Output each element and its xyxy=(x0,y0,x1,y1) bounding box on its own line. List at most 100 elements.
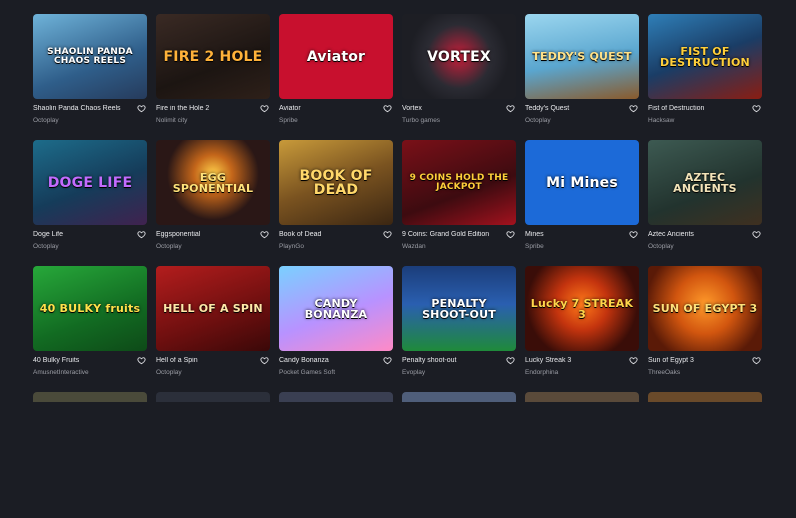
game-title[interactable]: Lucky Streak 3 xyxy=(525,357,625,364)
game-title[interactable]: Penalty shoot-out xyxy=(402,357,502,364)
game-thumbnail[interactable]: AZTEC ANCIENTS xyxy=(648,140,762,225)
heart-icon[interactable] xyxy=(750,354,762,366)
game-title[interactable]: Doge Life xyxy=(33,231,133,238)
heart-icon[interactable] xyxy=(504,228,516,240)
game-title[interactable]: Vortex xyxy=(402,105,502,112)
heart-icon[interactable] xyxy=(627,228,639,240)
game-card[interactable]: SHAOLIN PANDA CHAOS REELS Shaolin Panda C… xyxy=(33,14,147,140)
game-thumbnail[interactable]: EGG SPONENTIAL xyxy=(156,140,270,225)
game-card[interactable]: AZTEC ANCIENTS Aztec Ancients Octoplay xyxy=(648,140,762,266)
game-card[interactable]: DOGE LIFE Doge Life Octoplay xyxy=(33,140,147,266)
game-thumbnail-art: Aviator xyxy=(306,48,366,65)
game-title[interactable]: 9 Coins: Grand Gold Edition xyxy=(402,231,502,238)
game-card[interactable]: PENALTY SHOOT-OUT Penalty shoot-out Evopla… xyxy=(402,266,516,392)
game-card[interactable]: Mi Mines Mines Spribe xyxy=(525,140,639,266)
heart-icon[interactable] xyxy=(381,102,393,114)
game-thumbnail[interactable]: SUN OF EGYPT 3 xyxy=(648,266,762,351)
game-thumbnail[interactable]: Mi Mines xyxy=(525,140,639,225)
game-card[interactable]: TEDDY'S QUEST Teddy's Quest Octoplay xyxy=(525,14,639,140)
heart-icon[interactable] xyxy=(504,354,516,366)
game-title[interactable]: Candy Bonanza xyxy=(279,357,379,364)
game-thumbnail[interactable]: FIRE 2 HOLE xyxy=(156,14,270,99)
game-thumbnail[interactable]: 40 BULKY fruits xyxy=(33,266,147,351)
game-card[interactable]: VORTEX Vortex Turbo games xyxy=(402,14,516,140)
heart-icon[interactable] xyxy=(750,228,762,240)
game-thumbnail[interactable] xyxy=(33,392,147,402)
game-card-partial[interactable] xyxy=(33,392,147,518)
game-thumbnail[interactable]: CANDY BONANZA xyxy=(279,266,393,351)
game-meta: Aviator Spribe xyxy=(279,102,393,135)
heart-icon[interactable] xyxy=(504,102,516,114)
game-card[interactable]: CANDY BONANZA Candy Bonanza Pocket Games S… xyxy=(279,266,393,392)
game-title[interactable]: Shaolin Panda Chaos Reels xyxy=(33,105,133,112)
game-title[interactable]: Eggsponential xyxy=(156,231,256,238)
game-thumbnail[interactable]: DOGE LIFE xyxy=(33,140,147,225)
game-card[interactable]: BOOK OF DEAD Book of Dead PlaynGo xyxy=(279,140,393,266)
game-title[interactable]: Fist of Destruction xyxy=(648,105,748,112)
heart-icon[interactable] xyxy=(750,102,762,114)
game-thumbnail[interactable]: 9 COINS HOLD THE JACKPOT xyxy=(402,140,516,225)
game-thumbnail[interactable]: PENALTY SHOOT-OUT xyxy=(402,266,516,351)
game-card-partial[interactable] xyxy=(402,392,516,518)
game-thumbnail-art: Lucky 7 STREAK 3 xyxy=(530,296,634,321)
game-thumbnail[interactable]: VORTEX xyxy=(402,14,516,99)
game-card[interactable]: Lucky 7 STREAK 3 Lucky Streak 3 Endorphina xyxy=(525,266,639,392)
heart-icon[interactable] xyxy=(381,228,393,240)
game-thumbnail[interactable] xyxy=(156,392,270,402)
game-title[interactable]: 40 Bulky Fruits xyxy=(33,357,133,364)
game-thumbnail[interactable] xyxy=(402,392,516,402)
game-card[interactable]: Aviator Aviator Spribe xyxy=(279,14,393,140)
game-provider: AmusnetInteractive xyxy=(33,369,89,376)
game-card[interactable]: FIST OF DESTRUCTION Fist of Destruction Ha… xyxy=(648,14,762,140)
game-card[interactable]: FIRE 2 HOLE Fire in the Hole 2 Nolimit cit… xyxy=(156,14,270,140)
game-meta: Hell of a Spin Octoplay xyxy=(156,354,270,387)
game-title[interactable]: Teddy's Quest xyxy=(525,105,625,112)
game-card-partial[interactable] xyxy=(156,392,270,518)
game-meta: Vortex Turbo games xyxy=(402,102,516,135)
game-meta: Penalty shoot-out Evoplay xyxy=(402,354,516,387)
heart-icon[interactable] xyxy=(135,354,147,366)
game-thumbnail[interactable]: HELL OF A SPIN xyxy=(156,266,270,351)
heart-icon[interactable] xyxy=(627,354,639,366)
game-thumbnail[interactable]: Aviator xyxy=(279,14,393,99)
game-thumbnail[interactable] xyxy=(279,392,393,402)
game-meta: Shaolin Panda Chaos Reels Octoplay xyxy=(33,102,147,135)
game-thumbnail[interactable]: FIST OF DESTRUCTION xyxy=(648,14,762,99)
game-provider: Octoplay xyxy=(156,243,182,250)
game-thumbnail[interactable]: Lucky 7 STREAK 3 xyxy=(525,266,639,351)
game-provider: Octoplay xyxy=(525,117,551,124)
game-title[interactable]: Sun of Egypt 3 xyxy=(648,357,748,364)
game-card[interactable]: SUN OF EGYPT 3 Sun of Egypt 3 ThreeOaks xyxy=(648,266,762,392)
game-thumbnail[interactable]: BOOK OF DEAD xyxy=(279,140,393,225)
game-card[interactable]: 40 BULKY fruits 40 Bulky Fruits AmusnetInt… xyxy=(33,266,147,392)
game-thumbnail[interactable]: SHAOLIN PANDA CHAOS REELS xyxy=(33,14,147,99)
game-card-partial[interactable] xyxy=(279,392,393,518)
game-provider: Spribe xyxy=(525,243,544,250)
game-provider: Hacksaw xyxy=(648,117,675,124)
game-card-partial[interactable] xyxy=(648,392,762,518)
game-title[interactable]: Aztec Ancients xyxy=(648,231,748,238)
game-provider: PlaynGo xyxy=(279,243,304,250)
game-thumbnail[interactable] xyxy=(525,392,639,402)
game-thumbnail-art: SHAOLIN PANDA CHAOS REELS xyxy=(47,46,133,66)
game-card[interactable]: 9 COINS HOLD THE JACKPOT 9 Coins: Grand G… xyxy=(402,140,516,266)
game-thumbnail[interactable]: TEDDY'S QUEST xyxy=(525,14,639,99)
game-title[interactable]: Fire in the Hole 2 xyxy=(156,105,256,112)
heart-icon[interactable] xyxy=(135,228,147,240)
game-provider: Endorphina xyxy=(525,369,559,376)
game-card[interactable]: HELL OF A SPIN Hell of a Spin Octoplay xyxy=(156,266,270,392)
heart-icon[interactable] xyxy=(135,102,147,114)
game-thumbnail[interactable] xyxy=(648,392,762,402)
game-title[interactable]: Aviator xyxy=(279,105,379,112)
game-card-partial[interactable] xyxy=(525,392,639,518)
heart-icon[interactable] xyxy=(381,354,393,366)
game-card[interactable]: EGG SPONENTIAL Eggsponential Octoplay xyxy=(156,140,270,266)
game-title[interactable]: Book of Dead xyxy=(279,231,379,238)
game-title[interactable]: Mines xyxy=(525,231,625,238)
game-meta: Sun of Egypt 3 ThreeOaks xyxy=(648,354,762,387)
heart-icon[interactable] xyxy=(627,102,639,114)
game-title[interactable]: Hell of a Spin xyxy=(156,357,256,364)
heart-icon[interactable] xyxy=(258,102,270,114)
heart-icon[interactable] xyxy=(258,354,270,366)
heart-icon[interactable] xyxy=(258,228,270,240)
